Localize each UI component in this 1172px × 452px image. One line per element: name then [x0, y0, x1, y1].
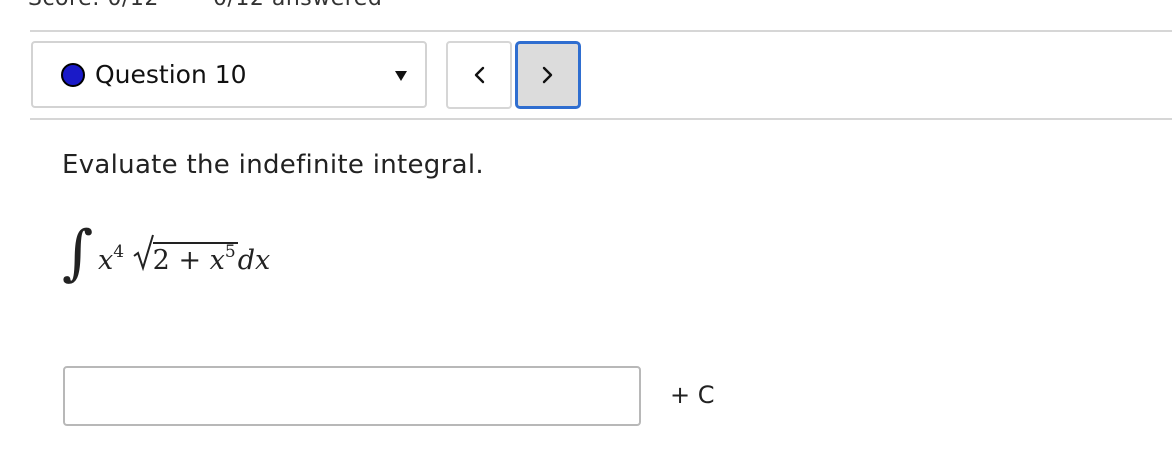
caret-down-icon	[395, 71, 407, 81]
previous-question-button[interactable]	[446, 41, 512, 109]
chevron-right-icon	[542, 66, 553, 84]
integrand-base: x	[98, 245, 114, 276]
constant-of-integration: + C	[670, 381, 715, 409]
radicand-exponent: 5	[224, 242, 236, 262]
chevron-left-icon	[474, 66, 485, 84]
question-status-dot	[61, 62, 85, 87]
radicand: 2 + x5	[152, 242, 238, 276]
answer-input[interactable]	[63, 366, 641, 426]
integrand: x4 2 + x5 dx	[98, 234, 271, 276]
radicand-operator: +	[178, 245, 202, 276]
differential: dx	[237, 245, 271, 276]
integrand-base-exponent: 4	[113, 242, 125, 262]
divider-bottom	[30, 118, 1172, 120]
square-root: 2 + x5	[133, 234, 238, 276]
integral-expression: ∫ x4 2 + x5 dx	[62, 218, 322, 300]
radicand-var: x	[209, 245, 225, 276]
question-select[interactable]: Question 10	[31, 41, 427, 108]
next-question-button[interactable]	[515, 41, 581, 109]
question-select-label: Question 10	[95, 60, 247, 89]
radical-sign	[133, 234, 155, 279]
answered-count: 0/12 answered	[213, 0, 382, 11]
page: Score: 0/12 0/12 answered Question 10 Eva…	[0, 0, 1172, 452]
divider-top	[30, 30, 1172, 32]
integral-sign: ∫	[62, 218, 94, 288]
radicand-constant: 2	[152, 245, 170, 276]
score-text: Score: 0/12	[28, 0, 159, 11]
score-bar: Score: 0/12 0/12 answered	[28, 0, 382, 11]
question-prompt: Evaluate the indefinite integral.	[62, 150, 484, 180]
